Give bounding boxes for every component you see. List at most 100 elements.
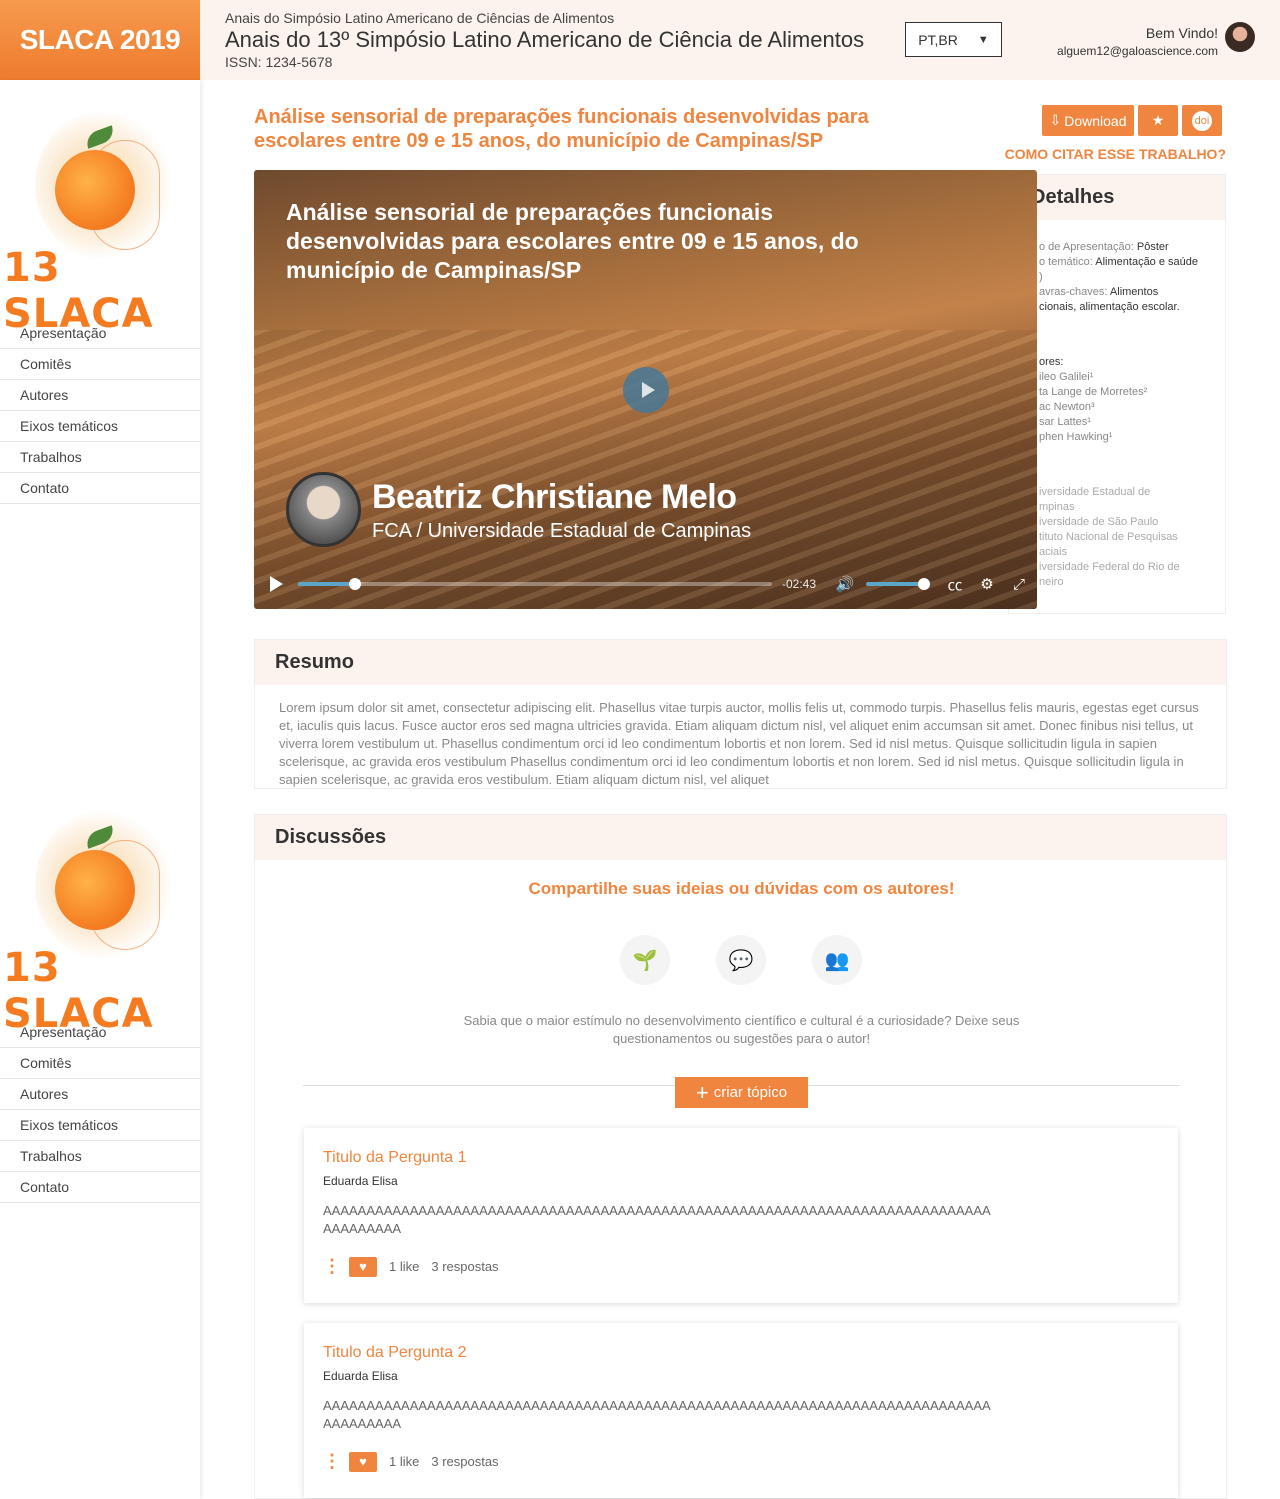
topic-body: AAAAAAAAAAAAAAAAAAAAAAAAAAAAAAAAAAAAAAAA… (323, 1203, 991, 1236)
topic-author: Eduarda Elisa (323, 1369, 398, 1383)
sidebar-item-eixos[interactable]: Eixos temáticos (0, 1110, 200, 1141)
topic-title[interactable]: Titulo da Pergunta 2 (323, 1344, 467, 1362)
discussion-hint: Sabia que o maior estímulo no desenvolvi… (463, 1013, 1020, 1046)
detail-text: ) (1039, 271, 1043, 283)
discussions-title: Discussões (255, 815, 1226, 860)
institution: tituto Nacional de Pesquisas (1039, 531, 1178, 543)
gear-icon[interactable]: ⚙ (976, 575, 998, 593)
header-title: Anais do 13º Simpósio Latino Americano d… (225, 27, 865, 52)
event-logo: 13 SLACA (0, 790, 200, 1037)
language-select[interactable]: PT,BR ▼ (905, 22, 1002, 57)
institution: mpinas (1039, 501, 1075, 513)
detail-value: cionais, alimentação escolar. (1039, 301, 1180, 313)
heart-icon: ♥ (359, 1259, 367, 1274)
author-name: ta Lange de Morretes² (1039, 386, 1148, 398)
sidebar-nav: Apresentação Comitês Autores Eixos temát… (0, 318, 200, 504)
topic-author: Eduarda Elisa (323, 1174, 398, 1188)
header-issn: ISSN: 1234-5678 (225, 54, 333, 70)
sidebar-item-comites[interactable]: Comitês (0, 349, 200, 380)
share-heading: Compartilhe suas ideias ou dúvidas com o… (528, 879, 955, 898)
create-topic-button[interactable]: + criar tópico (675, 1077, 808, 1108)
avatar[interactable] (1225, 22, 1255, 52)
like-button[interactable]: ♥ (349, 1256, 377, 1277)
topic-body: AAAAAAAAAAAAAAAAAAAAAAAAAAAAAAAAAAAAAAAA… (323, 1398, 991, 1431)
play-icon[interactable] (270, 576, 283, 592)
paper-title: Análise sensorial de preparações funcion… (254, 106, 869, 152)
details-panel: Detalhes o de Apresentação: Pôster o tem… (1008, 174, 1226, 614)
video-player[interactable]: Análise sensorial de preparações funcion… (254, 170, 1037, 609)
author-name: phen Hawking¹ (1039, 431, 1113, 443)
sidebar-item-comites[interactable]: Comitês (0, 1048, 200, 1079)
brand-logo[interactable]: SLACA 2019 (0, 0, 200, 80)
volume-icon[interactable]: 🔊 (834, 575, 856, 593)
sidebar-item-apresentacao[interactable]: Apresentação (0, 318, 200, 349)
sidebar-item-trabalhos[interactable]: Trabalhos (0, 442, 200, 473)
doi-button[interactable]: doi (1182, 105, 1222, 136)
cite-link[interactable]: COMO CITAR ESSE TRABALHO? (1005, 146, 1226, 162)
fullscreen-icon[interactable]: ⤢ (1008, 576, 1030, 593)
orange-icon (55, 850, 135, 930)
plus-icon: + (695, 1079, 709, 1105)
welcome-text: Bem Vindo! (1145, 25, 1218, 41)
user-email: alguem12@galoascience.com (1057, 44, 1218, 58)
doi-icon: doi (1192, 110, 1212, 131)
speaker-affiliation: FCA / Universidade Estadual de Campinas (372, 520, 752, 542)
authors-label: ores: (1039, 356, 1064, 368)
sidebar-item-contato[interactable]: Contato (0, 1172, 200, 1203)
user-welcome[interactable]: Bem Vindo! alguem12@galoascience.com (1057, 25, 1218, 58)
more-options-icon[interactable]: ⋮ (323, 1451, 341, 1472)
video-title: Análise sensorial de preparações funcion… (286, 199, 859, 283)
institution: iversidade de São Paulo (1039, 516, 1159, 528)
like-button[interactable]: ♥ (349, 1451, 377, 1472)
video-controls: -02:43 🔊 ㏄ ⚙ ⤢ (254, 566, 1037, 602)
chevron-down-icon: ▼ (977, 33, 989, 46)
abstract-title: Resumo (255, 640, 1226, 685)
download-button[interactable]: ⇩ Download (1042, 105, 1134, 136)
discussions-panel: Discussões Compartilhe suas ideias ou dú… (254, 814, 1227, 1499)
more-options-icon[interactable]: ⋮ (323, 1256, 341, 1277)
topic-title[interactable]: Titulo da Pergunta 1 (323, 1149, 467, 1167)
star-icon: ★ (1151, 112, 1165, 128)
event-logo: 13 SLACA (0, 90, 200, 337)
qa-icon: 💬 (716, 935, 766, 985)
captions-icon[interactable]: ㏄ (944, 574, 966, 595)
sidebar-item-contato[interactable]: Contato (0, 473, 200, 504)
detail-label: avras-chaves: (1039, 286, 1110, 298)
sidebar-nav: Apresentação Comitês Autores Eixos temát… (0, 1017, 200, 1203)
top-bar: Anais do Simpósio Latino Americano de Ci… (200, 0, 1280, 80)
detail-label: o de Apresentação: (1039, 241, 1137, 253)
play-icon[interactable] (623, 367, 669, 413)
topic-card[interactable]: Titulo da Pergunta 1 Eduarda Elisa AAAAA… (304, 1128, 1178, 1303)
favorite-button[interactable]: ★ (1138, 105, 1178, 136)
volume-slider[interactable] (866, 578, 930, 590)
download-label: Download (1064, 112, 1127, 129)
detail-label: o temático: (1039, 256, 1096, 268)
header-subtitle: Anais do Simpósio Latino Americano de Ci… (225, 10, 615, 26)
author-name: ac Newton³ (1039, 401, 1095, 413)
download-icon: ⇩ (1049, 112, 1062, 128)
detail-value: Alimentos (1109, 286, 1159, 298)
sidebar-item-trabalhos[interactable]: Trabalhos (0, 1141, 200, 1172)
sidebar-item-apresentacao[interactable]: Apresentação (0, 1017, 200, 1048)
institution: iversidade Estadual de (1039, 486, 1151, 498)
speaker-name: Beatriz Christiane Melo (372, 478, 737, 516)
speaker-photo (286, 472, 361, 547)
abstract-panel: Resumo Lorem ipsum dolor sit amet, conse… (254, 639, 1227, 789)
sidebar: 13 SLACA Apresentação Comitês Autores Ei… (0, 80, 200, 1499)
institution: neiro (1039, 576, 1064, 588)
detail-value: Pôster (1136, 241, 1169, 253)
create-topic-label: criar tópico (713, 1084, 788, 1101)
reply-count[interactable]: 3 respostas (431, 1259, 498, 1274)
sidebar-item-eixos[interactable]: Eixos temáticos (0, 411, 200, 442)
topic-card[interactable]: Titulo da Pergunta 2 Eduarda Elisa AAAAA… (304, 1323, 1178, 1498)
abstract-text: Lorem ipsum dolor sit amet, consectetur … (279, 700, 1199, 787)
language-value: PT,BR (918, 31, 958, 48)
sidebar-item-autores[interactable]: Autores (0, 380, 200, 411)
sidebar-item-autores[interactable]: Autores (0, 1079, 200, 1110)
seek-bar[interactable] (298, 578, 772, 590)
reply-count[interactable]: 3 respostas (431, 1454, 498, 1469)
detail-value: Alimentação e saúde (1095, 256, 1198, 268)
institution: iversidade Federal do Rio de (1039, 561, 1180, 573)
author-name: ileo Galilei¹ (1039, 371, 1094, 383)
heart-icon: ♥ (359, 1454, 367, 1469)
